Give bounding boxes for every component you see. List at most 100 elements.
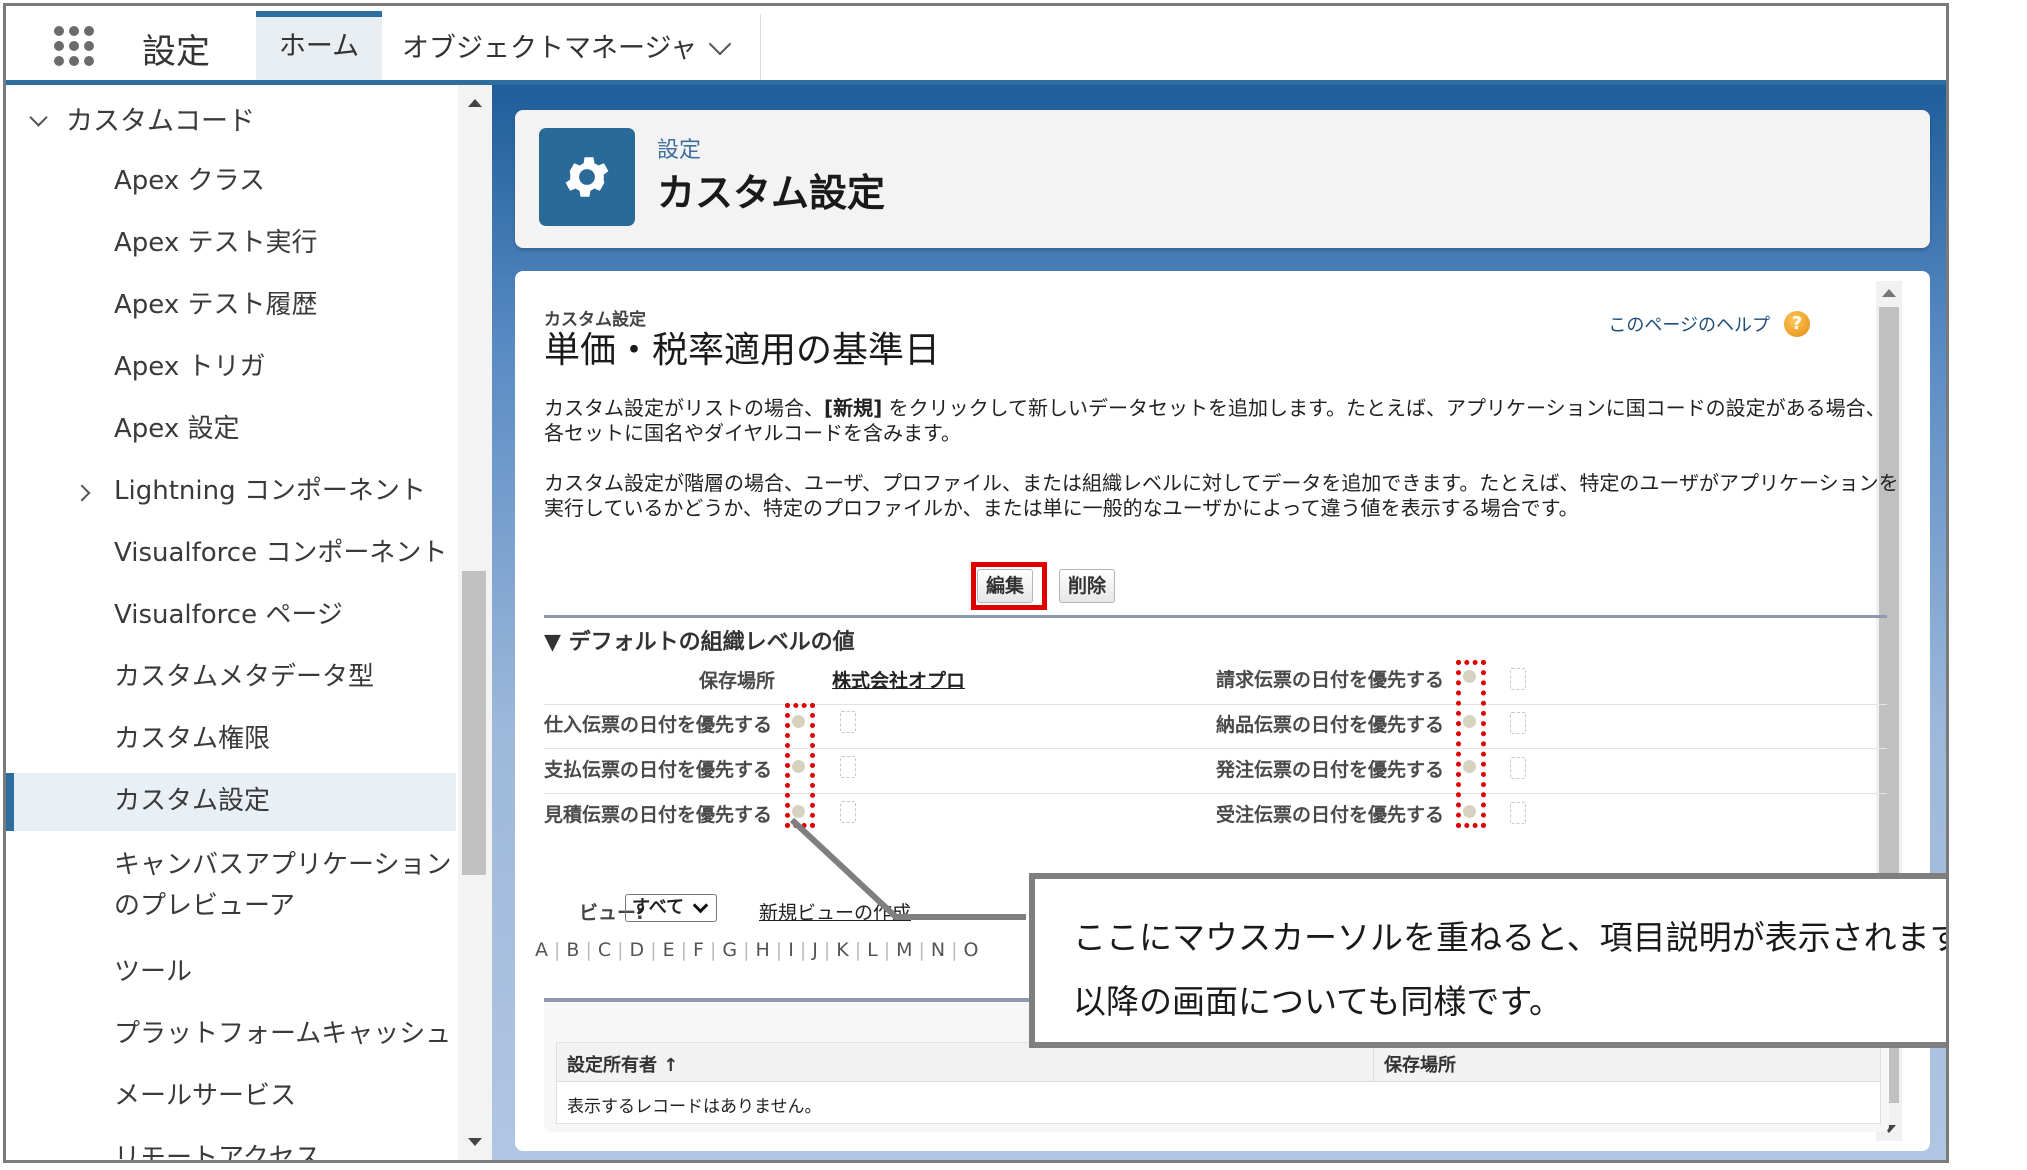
alpha-filter-a[interactable]: A xyxy=(529,939,554,961)
alpha-filter-n[interactable]: N xyxy=(925,939,951,961)
field-label: 納品伝票の日付を優先する xyxy=(1216,714,1445,736)
desc-text: カスタム設定がリストの場合、 xyxy=(544,396,824,420)
callout-text-line1: ここにマウスカーソルを重ねると、項目説明が表示されます。 xyxy=(1073,918,1949,957)
scroll-down-arrow-icon[interactable] xyxy=(468,1138,482,1146)
sidebar-section-custom-code[interactable]: カスタムコード xyxy=(66,99,255,138)
view-select[interactable]: すべて xyxy=(625,894,717,922)
selected-indicator xyxy=(6,773,14,831)
records-table: 設定所有者 ↑ 保存場所 表示するレコードはありません。 xyxy=(556,1042,1881,1124)
field-label: 受注伝票の日付を優先する xyxy=(1216,804,1445,826)
empty-table-message: 表示するレコードはありません。 xyxy=(567,1097,822,1117)
column-header-location[interactable]: 保存場所 xyxy=(1384,1051,1456,1077)
page-title: カスタム設定 xyxy=(657,171,886,215)
sidebar-item-lightning-components[interactable]: Lightning コンポーネント xyxy=(114,470,426,507)
row-divider xyxy=(544,748,1887,749)
sidebar-item-apex-test-history[interactable]: Apex テスト履歴 xyxy=(114,284,317,321)
alpha-filter-j[interactable]: J xyxy=(806,939,824,961)
alpha-filter-m[interactable]: M xyxy=(890,939,918,961)
annotation-callout: ここにマウスカーソルを重ねると、項目説明が表示されます。 以降の画面についても同… xyxy=(1029,873,1949,1048)
checkbox[interactable] xyxy=(1510,712,1526,734)
row-divider xyxy=(544,793,1887,794)
checkbox[interactable] xyxy=(840,756,856,778)
checkbox[interactable] xyxy=(1510,668,1526,690)
tab-object-manager[interactable]: オブジェクトマネージャ xyxy=(402,17,697,80)
scroll-up-arrow-icon[interactable] xyxy=(468,99,482,107)
alpha-filter-c[interactable]: C xyxy=(592,939,617,961)
help-icon-highlight-left xyxy=(785,703,815,828)
row-divider xyxy=(544,704,1887,705)
sidebar-item-email-services[interactable]: メールサービス xyxy=(114,1075,296,1112)
chevron-right-icon[interactable] xyxy=(73,484,91,502)
screenshot-frame: 設定 ホーム オブジェクトマネージャ カスタムコード Apex クラス Apex… xyxy=(3,3,1949,1163)
alpha-filter-h[interactable]: H xyxy=(750,939,776,961)
sidebar-item-tools[interactable]: ツール xyxy=(114,951,192,988)
sidebar-item-apex-settings[interactable]: Apex 設定 xyxy=(114,408,239,445)
chevron-down-icon[interactable] xyxy=(29,108,48,127)
sidebar-item-apex-trigger[interactable]: Apex トリガ xyxy=(114,346,265,383)
setup-sidebar: カスタムコード Apex クラス Apex テスト実行 Apex テスト履歴 A… xyxy=(6,85,456,1160)
global-header: 設定 ホーム オブジェクトマネージャ xyxy=(6,6,1946,85)
field-label: 請求伝票の日付を優先する xyxy=(1216,669,1445,691)
alpha-filter-e[interactable]: E xyxy=(657,939,681,961)
view-select-value: すべて xyxy=(632,897,685,918)
sidebar-item-canvas-app-previewer[interactable]: キャンバスアプリケーション のプレビューア xyxy=(114,844,451,922)
field-label: 支払伝票の日付を優先する xyxy=(544,759,773,781)
sidebar-item-remote-access[interactable]: リモートアクセス xyxy=(114,1137,321,1160)
sidebar-item-apex-class[interactable]: Apex クラス xyxy=(114,160,265,197)
location-link[interactable]: 株式会社オプロ xyxy=(832,666,965,693)
create-new-view-link[interactable]: 新規ビューの作成 xyxy=(759,898,911,925)
section-title-default-org-values[interactable]: ▼ デフォルトの組織レベルの値 xyxy=(544,624,855,656)
checkbox[interactable] xyxy=(1510,757,1526,779)
app-launcher-grid-icon[interactable] xyxy=(54,26,94,66)
alpha-filter-b[interactable]: B xyxy=(560,939,585,961)
description-list: カスタム設定がリストの場合、[新規] をクリックして新しいデータセットを追加しま… xyxy=(544,396,1904,446)
chevron-down-icon xyxy=(692,897,709,914)
sidebar-item-custom-settings[interactable]: カスタム設定 xyxy=(114,780,270,817)
chevron-down-icon[interactable] xyxy=(708,32,732,56)
checkbox[interactable] xyxy=(1510,802,1526,824)
field-label: 発注伝票の日付を優先する xyxy=(1216,759,1445,781)
delete-button[interactable]: 削除 xyxy=(1059,569,1116,603)
alpha-filter-g[interactable]: G xyxy=(716,939,743,961)
scroll-up-arrow-icon[interactable] xyxy=(1882,289,1896,297)
checkbox[interactable] xyxy=(840,711,856,733)
section-divider xyxy=(544,615,1887,618)
sidebar-scroll-thumb[interactable] xyxy=(462,571,486,875)
sidebar-item-custom-metadata-types[interactable]: カスタムメタデータ型 xyxy=(114,656,374,693)
help-link-group[interactable]: このページのヘルプ ? xyxy=(1608,311,1810,337)
record-title: 単価・税率適用の基準日 xyxy=(544,330,941,371)
sidebar-scrollbar[interactable] xyxy=(458,85,492,1160)
sidebar-item-custom-permissions[interactable]: カスタム権限 xyxy=(114,718,270,755)
edit-button-highlight xyxy=(971,562,1047,610)
desc-new-keyword: [新規] xyxy=(824,396,883,420)
tab-divider xyxy=(760,14,761,80)
alpha-filter-k[interactable]: K xyxy=(830,939,854,961)
sidebar-item-label-line2: のプレビューア xyxy=(114,891,295,921)
sidebar-item-visualforce-pages[interactable]: Visualforce ページ xyxy=(114,594,343,631)
location-label: 保存場所 xyxy=(698,670,775,692)
help-icon[interactable]: ? xyxy=(1784,311,1810,337)
description-hierarchy: カスタム設定が階層の場合、ユーザ、プロファイル、または組織レベルに対してデータを… xyxy=(544,471,1899,520)
checkbox[interactable] xyxy=(840,801,856,823)
sidebar-item-label: キャンバスアプリケーション xyxy=(114,850,452,880)
table-header: 設定所有者 ↑ 保存場所 xyxy=(557,1043,1880,1082)
sidebar-item-visualforce-components[interactable]: Visualforce コンポーネント xyxy=(114,532,447,569)
sidebar-item-platform-cache[interactable]: プラットフォームキャッシュ xyxy=(114,1013,451,1050)
alpha-filter-l[interactable]: L xyxy=(861,939,884,961)
page-header-subtitle: 設定 xyxy=(657,138,702,163)
help-icon-highlight-right xyxy=(1456,660,1486,828)
alpha-filter-i[interactable]: I xyxy=(782,939,800,961)
alphabet-filter: A | B | C | D | E | F | G | H | I | J | K | L | M | N… xyxy=(529,939,985,961)
alpha-filter-o[interactable]: O xyxy=(958,939,985,961)
column-divider xyxy=(1373,1043,1374,1081)
app-name: 設定 xyxy=(142,32,210,72)
alpha-filter-f[interactable]: F xyxy=(687,939,710,961)
field-label: 仕入伝票の日付を優先する xyxy=(544,714,773,736)
help-link[interactable]: このページのヘルプ xyxy=(1608,311,1770,337)
tab-home[interactable]: ホーム xyxy=(256,11,382,80)
sidebar-item-apex-test-run[interactable]: Apex テスト実行 xyxy=(114,222,317,259)
alpha-filter-d[interactable]: D xyxy=(624,939,651,961)
page-header: 設定 カスタム設定 xyxy=(515,110,1930,248)
callout-text-line2: 以降の画面についても同様です。 xyxy=(1073,982,1563,1021)
column-header-owner[interactable]: 設定所有者 ↑ xyxy=(567,1051,678,1077)
